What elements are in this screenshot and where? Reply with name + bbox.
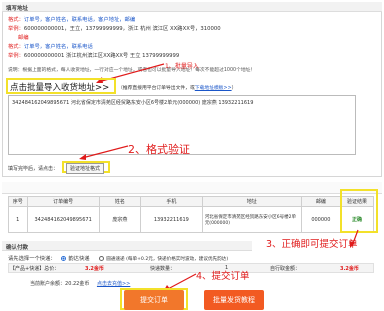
price-value: 3.2金币: [85, 266, 104, 272]
table-header-row: 序号 订单编号 姓名 手机 地址 邮编 验证结果: [8, 196, 375, 207]
radio-checked-icon: [61, 256, 67, 261]
balance-row: 当前账户余额：20.22金币 点击去充值>>: [30, 281, 131, 287]
batch-import-link[interactable]: 点击批量导入收货地址>>: [10, 81, 109, 93]
table-row: 1 342484162049895671 庞宗燕 13932211619 河北省…: [8, 206, 375, 233]
confirm-header: 确认付款: [2, 241, 252, 251]
shipping-row: 请先选择一个快递： 韵达快递 圆通速递 (每单+0.2元，快递价格实时波动，建议…: [8, 256, 229, 262]
postcode-note: 邮编: [18, 35, 29, 41]
recharge-link[interactable]: 点击去充值>>: [97, 281, 130, 287]
verify-format-button[interactable]: 验证地址格式: [66, 163, 105, 174]
price-label: 【产品+快递】总价：: [10, 266, 60, 272]
radio-unchecked-icon: [99, 256, 105, 261]
col-address: 地址: [201, 196, 302, 207]
example-line-2: 举例：600000000001 浙江杭州滨江区XX路XX号 王立 1379999…: [8, 53, 180, 59]
cell-postcode: 000000: [300, 206, 341, 233]
format-line-1: 格式：订单号，客户姓名，联系电话，客户地址，邮编: [8, 17, 136, 23]
col-postcode: 邮编: [300, 196, 341, 207]
col-index: 序号: [8, 196, 28, 207]
total-label: 自行取金额：: [270, 266, 301, 272]
col-order-no: 订单编号: [26, 196, 100, 207]
example-line-1: 举例：600000000001，王立，13799999999，浙江 杭州 滨江区…: [8, 26, 221, 32]
submit-order-button[interactable]: 提交订单: [124, 290, 184, 310]
section-header-address: 填写地址: [2, 2, 382, 12]
cell-name: 庞宗燕: [98, 206, 141, 233]
table-top-bar: [2, 182, 382, 194]
option-yunda[interactable]: 韵达快递: [61, 256, 90, 262]
col-phone: 手机: [139, 196, 203, 207]
annotation-step2: 2、格式验证: [128, 143, 190, 156]
option-yuantong[interactable]: 圆通速递 (每单+0.2元，快递价格实时波动，建议优先韵达): [99, 256, 228, 262]
format-line-2: 格式：订单号，客户姓名，联系电话: [8, 44, 93, 50]
count-label: 快递数量：: [150, 266, 176, 272]
result-highlight: [340, 189, 378, 233]
address-table: 序号 订单编号 姓名 手机 地址 邮编 验证结果 1 3424841620498…: [8, 196, 375, 233]
total-value: 3.2金币: [340, 266, 359, 272]
cell-index: 1: [8, 206, 28, 233]
col-name: 姓名: [98, 196, 141, 207]
cell-order-no: 342484162049895671: [26, 206, 100, 233]
download-template-link[interactable]: 下载地址模板>>: [195, 86, 232, 91]
cell-phone: 13932211619: [139, 206, 203, 233]
verify-label: 填写完毕后，请点击：: [8, 166, 59, 172]
arrow-step3-icon: [350, 229, 359, 248]
cell-address: 河北省保定市清苑区经贸路东安小区6号楼2单元(000000): [201, 206, 302, 233]
annotation-step4: 4、提交订单: [196, 271, 250, 282]
import-hint: （推荐直接用平台订单导出文件，或下载地址模板>>）: [118, 86, 237, 91]
arrow-step2-icon: [79, 145, 129, 160]
batch-tutorial-button[interactable]: 批量发货教程: [204, 290, 264, 310]
